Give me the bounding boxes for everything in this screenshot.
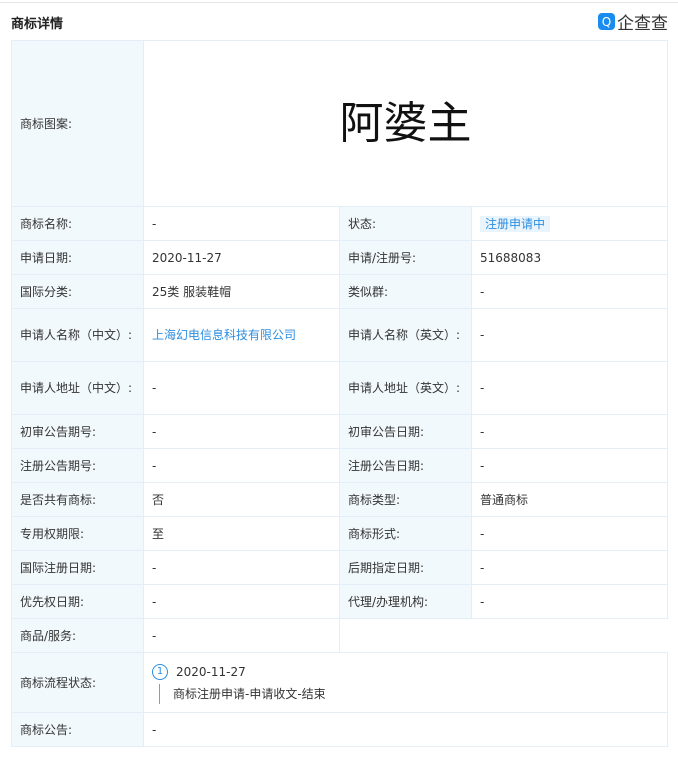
trademark-detail-table: 商标图案: 阿婆主 商标名称: - 状态: 注册申请中 申请日期: 2020-11-27 申请… <box>11 40 669 747</box>
field-value: - <box>470 361 669 415</box>
field-label: 商标名称: <box>11 206 144 241</box>
table-row: 商品/服务: - <box>11 618 668 653</box>
field-label: 是否共有商标: <box>11 482 144 517</box>
page-title: 商标详情 <box>11 17 64 32</box>
field-value: 至 <box>143 516 340 551</box>
field-value: - <box>143 361 340 415</box>
status-badge: 注册申请中 <box>480 215 551 232</box>
field-label: 初审公告日期: <box>339 414 472 449</box>
field-value: 否 <box>143 482 340 517</box>
field-label: 申请人地址（中文）: <box>11 361 144 415</box>
table-row: 优先权日期: - 代理/办理机构: - <box>11 584 669 619</box>
step-description: 商标注册申请-申请收文-结束 <box>159 683 659 704</box>
table-row: 商标图案: 阿婆主 <box>11 40 669 207</box>
field-value: - <box>143 206 340 241</box>
field-value: - <box>143 584 340 619</box>
field-value: - <box>143 550 340 585</box>
field-value: - <box>143 448 340 483</box>
qichacha-logo: Q 企查查 <box>598 9 668 34</box>
field-value: - <box>470 584 669 619</box>
field-label: 商标类型: <box>339 482 472 517</box>
step-date: 2020-11-27 <box>176 664 246 679</box>
field-label: 申请日期: <box>11 240 144 275</box>
table-row: 商标公告: - <box>11 712 669 747</box>
table-row: 国际注册日期: - 后期指定日期: - <box>11 550 669 585</box>
table-row: 申请人名称（中文）: 上海幻电信息科技有限公司 申请人名称（英文）: - <box>11 308 669 362</box>
field-label: 优先权日期: <box>11 584 144 619</box>
field-value: - <box>143 414 340 449</box>
table-row: 初审公告期号: - 初审公告日期: - <box>11 414 669 449</box>
field-label: 注册公告期号: <box>11 448 144 483</box>
field-value: - <box>470 550 669 585</box>
field-value: - <box>470 414 669 449</box>
field-value: - <box>470 274 669 309</box>
field-value: - <box>470 308 669 362</box>
top-divider <box>0 2 678 3</box>
logo-icon: Q <box>598 13 615 30</box>
field-label: 初审公告期号: <box>11 414 144 449</box>
step-number-icon: 1 <box>152 663 168 680</box>
table-row: 是否共有商标: 否商标类型: 普通商标 <box>11 482 669 517</box>
field-label: 注册公告日期: <box>339 448 472 483</box>
flow-timeline: 1 2020-11-27 商标注册申请-申请收文-结束 <box>142 652 669 713</box>
table-row: 国际分类: 25类 服装鞋帽 类似群: - <box>11 274 669 309</box>
field-label: 后期指定日期: <box>339 550 472 585</box>
table-row: 专用权期限: 至商标形式: - <box>11 516 669 551</box>
field-value: 51688083 <box>470 240 669 275</box>
table-row: 申请日期: 2020-11-27 申请/注册号: 51688083 <box>11 240 669 275</box>
table-row: 申请人地址（中文）: - 申请人地址（英文）: - <box>11 361 669 415</box>
field-label: 申请/注册号: <box>339 240 472 275</box>
field-label: 国际注册日期: <box>11 550 144 585</box>
trademark-image: 阿婆主 <box>142 40 669 207</box>
field-label: 商标流程状态: <box>11 652 144 713</box>
field-value: - <box>143 618 340 653</box>
field-label: 商标形式: <box>339 516 472 551</box>
field-label: 专用权期限: <box>11 516 144 551</box>
field-value: 普通商标 <box>470 482 669 517</box>
field-label: 代理/办理机构: <box>339 584 472 619</box>
field-label: 商品/服务: <box>11 618 144 653</box>
field-label: 商标公告: <box>11 712 144 747</box>
field-value: - <box>470 516 669 551</box>
field-label: 类似群: <box>339 274 472 309</box>
logo-text: 企查查 <box>617 14 668 34</box>
field-label: 商标图案: <box>11 40 144 207</box>
field-label: 申请人名称（英文）: <box>339 308 472 362</box>
field-value: 2020-11-27 <box>143 240 340 275</box>
status-cell: 注册申请中 <box>470 206 669 241</box>
field-label: 申请人地址（英文）: <box>339 361 472 415</box>
field-label: 状态: <box>339 206 472 241</box>
field-label: 国际分类: <box>11 274 144 309</box>
field-value: - <box>470 448 669 483</box>
table-row: 商标名称: - 状态: 注册申请中 <box>11 206 669 241</box>
field-value: 25类 服装鞋帽 <box>143 274 340 309</box>
field-label: 申请人名称（中文）: <box>11 308 144 362</box>
applicant-link[interactable]: 上海幻电信息科技有限公司 <box>143 308 340 362</box>
applicant-company-link[interactable]: 上海幻电信息科技有限公司 <box>152 328 296 342</box>
table-row: 注册公告期号: - 注册公告日期: - <box>11 448 669 483</box>
field-value: - <box>142 712 669 747</box>
table-row: 商标流程状态: 1 2020-11-27 商标注册申请-申请收文-结束 <box>11 652 669 713</box>
